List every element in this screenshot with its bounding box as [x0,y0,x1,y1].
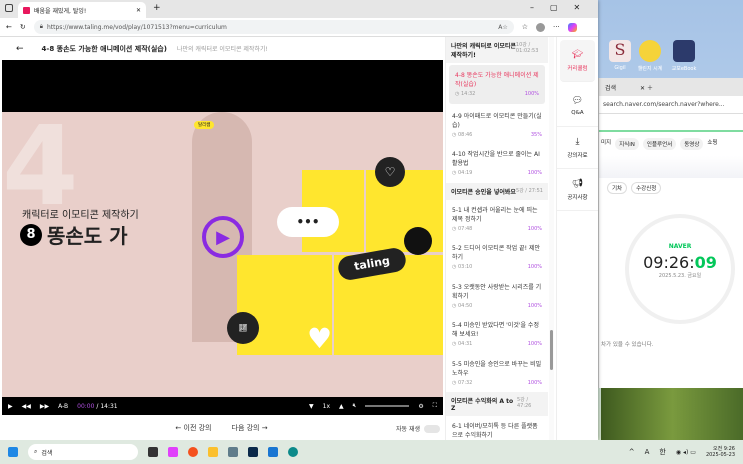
speed-value: 1x [322,402,330,410]
download-icon: ⤓ [575,136,580,147]
tray-chevron-icon[interactable]: ^ [629,448,635,456]
edge-icon[interactable] [288,447,298,457]
naver-clock: NAVER 09:26:09 2025.5.23. 금요일 [625,214,735,324]
megaphone-icon: 📢︎ [571,178,584,189]
list-item[interactable]: 5-5 미승인을 승인으로 바꾸는 비밀 노하우 ◷ 07:32 100% [446,354,548,393]
lecture-title: 4-8 똥손도 가능한 애니메이션 제작(실습) [41,44,167,53]
address-bar-row: ← ↻ 🔒︎ https://www.taling.me/vod/play/1071… [0,18,598,37]
profile-avatar[interactable] [536,22,546,32]
back-arrow-icon[interactable]: ← [16,44,24,54]
autoplay-toggle[interactable] [424,424,440,433]
copilot-icon[interactable] [567,22,577,32]
browser-tab[interactable]: 배움을 재밌게, 탈잉! ✕ [18,2,146,18]
list-item[interactable]: 4-10 작업시간을 반으로 줄이는 AI 활용법 ◷ 04:19 100% [446,144,548,183]
side-materials[interactable]: ⤓ 강의자료 [557,127,598,169]
refresh-icon[interactable]: ↻ [20,23,26,31]
app-icon[interactable] [268,447,278,457]
taling-favicon-icon [23,6,30,14]
desktop-icon-kyobo[interactable]: 교보eBook [664,40,704,72]
chart-monitor-icon: 📈︎ [227,312,259,344]
list-item[interactable]: 4-8 똥손도 가능한 애니메이션 제작(실습) ◷ 14:32 100% [449,65,545,104]
task-view-icon[interactable] [148,447,158,457]
clock[interactable]: 오전 9:26 2025-05-23 [706,446,735,459]
chip[interactable]: 쇼핑 [707,138,717,150]
more-icon[interactable]: ··· [553,23,560,31]
list-item[interactable]: 5-2 드디어 이모티콘 작업 끝! 제안하기 ◷ 03:10 100% [446,238,548,277]
prev-lecture-button[interactable]: ← 이전 강의 [175,423,211,433]
taskbar: ⌕ 검색 ^ A 한 ◉ ◂) ▭ 오전 9:26 2025-05-23 [0,440,743,464]
search-icon: ⌕ [34,448,38,455]
new-tab-icon[interactable]: + [153,3,161,13]
tab-actions-icon[interactable] [5,4,13,12]
tab-bar: 배움을 재밌게, 탈잉! ✕ + –▢✕ [0,0,598,18]
speech-bubble-icon: ••• [277,207,339,237]
list-item[interactable]: 5-3 오랫동안 사랑받는 시리즈를 기획하기 ◷ 04:50 100% [446,277,548,316]
copilot-taskbar-icon[interactable] [168,447,178,457]
graduation-cap-icon: 🎓︎ [571,49,584,60]
section-header[interactable]: 이모티콘 승인을 넣어봐요 5강 / 27:51 [446,182,548,200]
chat-icon: 💬︎ [571,95,584,106]
url-input[interactable]: 🔒︎ https://www.taling.me/vod/play/1071513… [33,20,514,34]
side-notice[interactable]: 📢︎ 공지사항 [557,169,598,211]
naver-url[interactable]: search.naver.com/search.naver?where... [599,96,743,114]
taskbar-search[interactable]: ⌕ 검색 [28,444,138,460]
chip[interactable]: 미지 [601,138,611,150]
settings-icon[interactable]: ⚙ [418,403,423,410]
next-lecture-button[interactable]: 다음 강의 → [232,423,268,433]
lecture-header: ← 4-8 똥손도 가능한 애니메이션 제작(실습) 나만의 캐릭터로 이모티콘… [0,37,443,60]
side-menu: 🎓︎ 커리큘럼 💬︎ Q&A ⤓ 강의자료 📢︎ 공지사항 [556,37,598,440]
video-player[interactable]: 4 탈리쌤 캐릭터로 이모티콘 제작하기 8 똥손도 가 ▶ ♡ ••• tal… [2,60,443,397]
section-header[interactable]: 이모티콘 수익화의 A to Z 5강 / 47:26 [446,392,548,416]
chip[interactable]: 인플루언서 [642,138,677,150]
chip[interactable]: 기차 [607,182,628,194]
lecture-nav: ← 이전 강의 다음 강의 → 자동 재생 [0,415,443,440]
list-item[interactable]: 4-9 아이패드로 이모티콘 만들기(실습) ◷ 08:46 35% [446,106,548,145]
video-thumbnail: 4 탈리쌤 캐릭터로 이모티콘 제작하기 8 똥손도 가 ▶ ♡ ••• tal… [2,102,443,397]
speed-down-icon[interactable]: ▼ [309,403,314,410]
naver-window: 검색 ✕ ＋ search.naver.com/search.naver?wher… [598,78,743,440]
window-controls[interactable]: –▢✕ [530,3,596,12]
list-scrollbar[interactable] [549,37,554,440]
white-heart-icon: ♥ [307,322,333,355]
curriculum-list: 나만의 캐릭터로 이모티콘 제작하기! 10강 / 01:02:53 4-8 똥손… [445,37,548,440]
start-icon[interactable] [8,447,18,457]
list-item[interactable]: 5-4 미승인 받았다면 '이것'을 수정해 보세요! ◷ 04:31 100% [446,315,548,354]
lock-icon: 🔒︎ [39,23,43,30]
explorer-icon[interactable] [208,447,218,457]
heart-icon: ♡ [375,157,405,187]
browser-window: 배움을 재밌게, 탈잉! ✕ + –▢✕ ← ↻ 🔒︎ https://www.tal… [0,0,598,440]
chip[interactable]: 지식iN [615,138,639,150]
course-subtitle: 나만의 캐릭터로 이모티콘 제작하기! [176,46,268,53]
volume-slider[interactable] [365,405,410,407]
ab-repeat-button[interactable]: A-B [58,403,68,410]
close-tab-icon[interactable]: ✕ [136,7,141,14]
play-icon[interactable]: ▶ [8,403,13,410]
play-overlay-icon[interactable]: ▶ [202,216,244,258]
ime-indicator[interactable]: A [645,448,650,456]
scrollbar-thumb[interactable] [550,330,553,370]
side-qna[interactable]: 💬︎ Q&A [557,85,598,127]
section-header[interactable]: 나만의 캐릭터로 이모티콘 제작하기! 10강 / 01:02:53 [446,37,548,63]
back-icon[interactable]: ← [6,23,12,31]
chrome-icon[interactable] [188,447,198,457]
calculator-icon[interactable] [228,447,238,457]
naver-tab[interactable]: 검색 [605,83,616,92]
speed-up-icon[interactable]: ▲ [339,403,344,410]
mute-icon[interactable]: 🔇︎ [353,402,357,410]
player-controls: ▶ ◀◀ ▶▶ A-B 00:00 / 14:31 ▼ 1x ▲ 🔇︎ ⚙ ⛶ [2,397,443,415]
ime-hangul[interactable]: 한 [659,447,665,457]
naver-chips: 미지 지식iN 인플루언서 동영상 쇼핑 [599,132,743,156]
chip[interactable]: 수강신청 [631,182,662,194]
photoshop-icon[interactable] [248,447,258,457]
list-item[interactable]: 6-1 네이버/모히톡 등 다른 플랫폼으로 수익화하기 [446,416,548,440]
favorites-icon[interactable]: ☆ [522,23,528,31]
forward-icon[interactable]: ▶▶ [40,403,49,410]
fullscreen-icon[interactable]: ⛶ [433,402,437,410]
rewind-icon[interactable]: ◀◀ [22,403,31,410]
chip[interactable]: 동영상 [680,138,704,150]
side-curriculum[interactable]: 🎓︎ 커리큘럼 [560,40,595,82]
list-item[interactable]: 5-1 내 컨셉과 어울리는 눈에 띄는 제목 정하기 ◷ 07:48 100% [446,200,548,239]
network-volume-battery-icons[interactable]: ◉ ◂) ▭ [676,449,696,456]
